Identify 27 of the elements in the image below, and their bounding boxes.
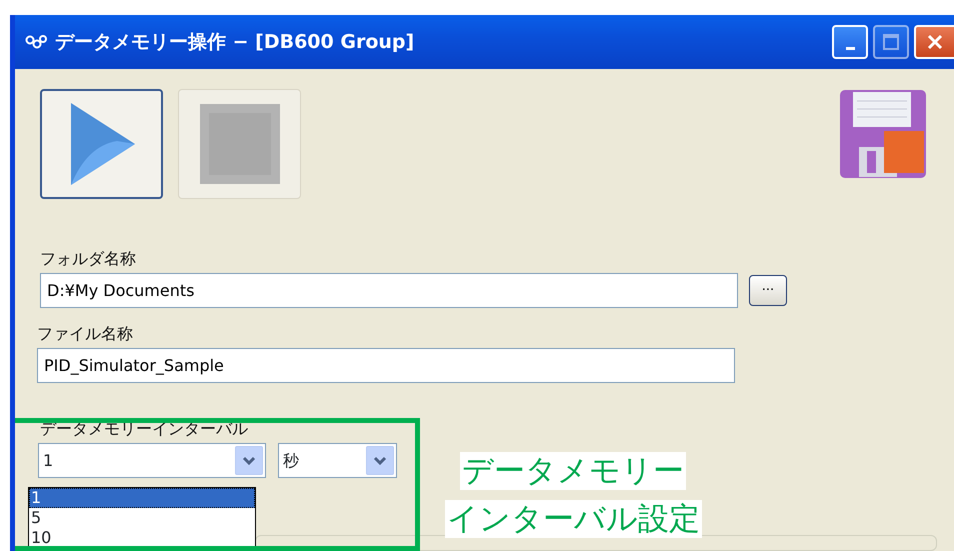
- folder-name-label: フォルダ名称: [40, 248, 137, 270]
- minimize-icon: [846, 46, 854, 50]
- folder-path-field[interactable]: D:¥My Documents: [40, 273, 738, 308]
- chevron-down-icon: [373, 456, 387, 466]
- window-title: データメモリー操作 − [DB600 Group]: [55, 30, 414, 55]
- unit-value: 秒: [283, 450, 299, 472]
- file-name-field[interactable]: PID_Simulator_Sample: [37, 348, 735, 383]
- browse-button[interactable]: ...: [749, 275, 787, 306]
- interval-option[interactable]: 5: [29, 508, 255, 528]
- maximize-icon: [883, 34, 899, 50]
- stop-icon: [198, 103, 280, 185]
- close-icon: [926, 33, 944, 51]
- file-name-label: ファイル名称: [37, 323, 134, 345]
- interval-dropdown[interactable]: 1: [38, 443, 266, 478]
- interval-value: 1: [43, 450, 54, 472]
- chevron-down-icon: [242, 456, 256, 466]
- interval-option[interactable]: 10: [29, 528, 255, 548]
- close-button[interactable]: [914, 25, 954, 59]
- play-button[interactable]: [40, 89, 163, 199]
- app-icon: [25, 35, 47, 49]
- minimize-button[interactable]: [832, 25, 868, 59]
- interval-option[interactable]: 1: [29, 488, 255, 508]
- annotation-text: インターバル設定: [445, 500, 702, 538]
- interval-label: データメモリーインターバル: [40, 418, 249, 440]
- maximize-button[interactable]: [873, 25, 909, 59]
- annotation-text: データメモリー: [460, 452, 686, 490]
- unit-dropdown[interactable]: 秒: [278, 443, 397, 478]
